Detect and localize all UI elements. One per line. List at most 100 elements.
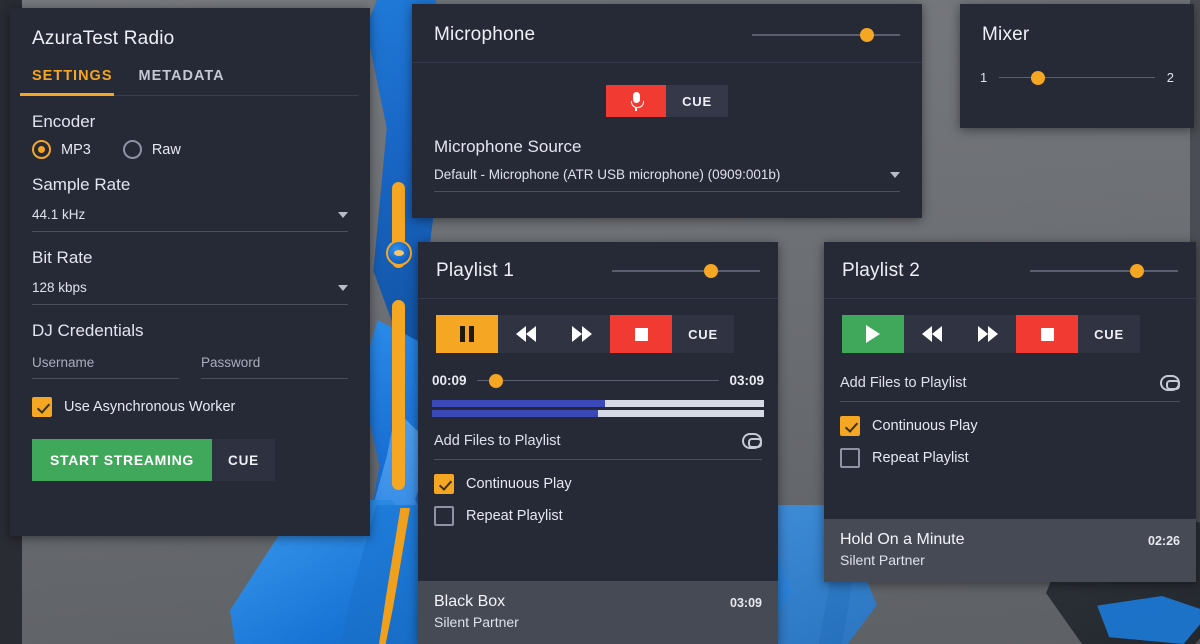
- playlist-2-options: Continuous Play Repeat Playlist: [824, 402, 1196, 468]
- playlist-1-continuous-play-row[interactable]: Continuous Play: [434, 474, 762, 494]
- mixer-right-label: 2: [1166, 70, 1174, 85]
- playlist-2-continuous-play-label: Continuous Play: [872, 418, 978, 434]
- bit-rate-label: Bit Rate: [32, 248, 93, 267]
- playlist-2-continuous-play-checkbox[interactable]: [840, 416, 860, 436]
- vu-meter-right: [432, 410, 764, 417]
- password-placeholder: Password: [201, 355, 261, 370]
- playlist-2-repeat-label: Repeat Playlist: [872, 450, 969, 466]
- playlist-1-repeat-row[interactable]: Repeat Playlist: [434, 506, 762, 526]
- wallpaper-shape-orange-2: [392, 300, 405, 490]
- microphone-title: Microphone: [434, 24, 536, 45]
- playlist-1-track-title: Black Box: [434, 593, 506, 610]
- slider-knob[interactable]: [860, 28, 875, 42]
- playlist-1-stop-button[interactable]: [610, 315, 672, 353]
- radio-raw-label: Raw: [151, 141, 181, 158]
- playlist-2-volume-slider[interactable]: [1030, 264, 1178, 278]
- microphone-cue-button[interactable]: CUE: [666, 85, 728, 117]
- bit-rate-select[interactable]: 128 kbps: [32, 280, 348, 305]
- playlist-2-cue-button[interactable]: CUE: [1078, 315, 1140, 353]
- radio-raw[interactable]: [122, 140, 142, 159]
- sample-rate-select[interactable]: 44.1 kHz: [32, 207, 348, 232]
- playlist-1-continuous-play-label: Continuous Play: [466, 476, 572, 492]
- slider-knob[interactable]: [704, 264, 719, 278]
- start-streaming-button[interactable]: START STREAMING: [32, 439, 213, 481]
- playlist-1-track-row[interactable]: Black Box Silent Partner 03:09: [418, 581, 778, 644]
- microphone-icon: [630, 91, 644, 111]
- playlist-2-track-title: Hold On a Minute: [840, 531, 965, 548]
- async-worker-row[interactable]: Use Asynchronous Worker: [32, 397, 348, 417]
- encoder-actions: START STREAMING CUE: [32, 439, 348, 481]
- slider-track: [752, 34, 900, 36]
- playlist-2-play-button[interactable]: [842, 315, 904, 353]
- playlist-1-track-duration: 03:09: [730, 596, 762, 610]
- playlist-1-pause-button[interactable]: [436, 315, 498, 353]
- encoder-label: Encoder: [32, 112, 96, 131]
- playlist-1-repeat-checkbox[interactable]: [434, 506, 454, 526]
- bit-rate-value: 128 kbps: [32, 280, 87, 295]
- encoder-tabs: SETTINGS METADATA: [10, 50, 370, 96]
- async-worker-label: Use Asynchronous Worker: [64, 399, 236, 415]
- playlist-2-track-info: Hold On a Minute Silent Partner: [840, 531, 965, 568]
- sample-rate-label: Sample Rate: [32, 175, 131, 194]
- chevron-down-icon: [338, 211, 348, 218]
- dj-credentials-label: DJ Credentials: [32, 321, 144, 340]
- playlist-1-next-button[interactable]: [554, 315, 610, 353]
- slider-track: [612, 270, 760, 272]
- encoder-panel: AzuraTest Radio SETTINGS METADATA Encode…: [10, 8, 370, 536]
- encoder-cue-button[interactable]: CUE: [212, 439, 275, 481]
- playlist-2-previous-button[interactable]: [904, 315, 960, 353]
- slider-knob[interactable]: [1129, 264, 1144, 278]
- microphone-volume-slider[interactable]: [752, 28, 900, 42]
- mixer-panel: Mixer 1 2: [960, 4, 1194, 128]
- stop-icon: [634, 327, 648, 341]
- mixer-title: Mixer: [982, 24, 1030, 45]
- playlist-2-track-duration: 02:26: [1148, 534, 1180, 548]
- username-field[interactable]: Username: [32, 355, 179, 379]
- playlist-1-track-artist: Silent Partner: [434, 614, 519, 630]
- playlist-2-track-row[interactable]: Hold On a Minute Silent Partner 02:26: [824, 519, 1196, 582]
- mixer-title-row: Mixer: [960, 4, 1194, 46]
- slider-track: [999, 76, 1155, 78]
- playlist-2-stop-button[interactable]: [1016, 315, 1078, 353]
- tab-settings[interactable]: SETTINGS: [32, 68, 113, 96]
- microphone-panel-header: Microphone: [412, 4, 922, 63]
- radio-mp3[interactable]: [32, 140, 51, 159]
- encoder-panel-title-row: AzuraTest Radio: [10, 8, 370, 50]
- playlist-1-previous-button[interactable]: [498, 315, 554, 353]
- playlist-2-transport: CUE: [842, 315, 1196, 353]
- playlist-1-volume-slider[interactable]: [612, 264, 760, 278]
- playlist-2-repeat-row[interactable]: Repeat Playlist: [840, 448, 1180, 468]
- async-worker-checkbox[interactable]: [32, 397, 52, 417]
- playlist-2-track-artist: Silent Partner: [840, 552, 925, 568]
- microphone-source-select[interactable]: Default - Microphone (ATR USB microphone…: [434, 167, 900, 192]
- slider-knob[interactable]: [488, 373, 503, 388]
- microphone-record-button[interactable]: [606, 85, 667, 117]
- paperclip-icon[interactable]: [1160, 375, 1180, 391]
- playlist-1-add-files[interactable]: Add Files to Playlist: [434, 433, 762, 460]
- playlist-1-header: Playlist 1: [418, 242, 778, 299]
- stop-icon: [1040, 327, 1054, 341]
- tab-metadata[interactable]: METADATA: [139, 68, 225, 96]
- playlist-2-add-files-label: Add Files to Playlist: [840, 375, 967, 391]
- playlist-2-add-files[interactable]: Add Files to Playlist: [840, 375, 1180, 402]
- mixer-crossfader-row: 1 2: [960, 46, 1194, 85]
- slider-track: [476, 379, 720, 381]
- chevron-down-icon: [338, 284, 348, 291]
- paperclip-icon[interactable]: [742, 433, 762, 449]
- password-field[interactable]: Password: [201, 355, 348, 379]
- microphone-panel: Microphone CUE Microphone Source Default…: [412, 4, 922, 218]
- playlist-1-cue-button[interactable]: CUE: [672, 315, 734, 353]
- playlist-1-seek-slider[interactable]: [476, 373, 720, 388]
- playlist-2-header: Playlist 2: [824, 242, 1196, 299]
- playlist-2-continuous-play-row[interactable]: Continuous Play: [840, 416, 1180, 436]
- playlist-1-add-files-label: Add Files to Playlist: [434, 433, 561, 449]
- mixer-crossfader[interactable]: [999, 70, 1155, 85]
- fast-forward-icon: [978, 326, 998, 342]
- playlist-1-continuous-play-checkbox[interactable]: [434, 474, 454, 494]
- station-title: AzuraTest Radio: [32, 28, 175, 49]
- fast-forward-icon: [572, 326, 592, 342]
- slider-knob[interactable]: [1031, 70, 1046, 85]
- playlist-1-vu-meters: [432, 400, 764, 417]
- playlist-2-next-button[interactable]: [960, 315, 1016, 353]
- playlist-2-repeat-checkbox[interactable]: [840, 448, 860, 468]
